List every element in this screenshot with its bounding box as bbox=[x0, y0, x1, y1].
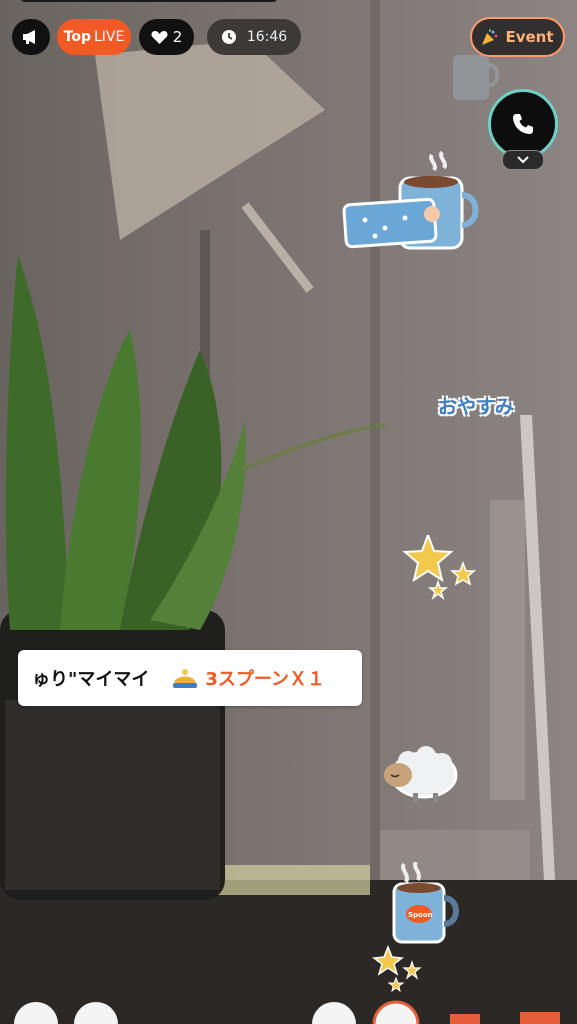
stars-sticker bbox=[402, 535, 477, 601]
phone-icon bbox=[513, 114, 533, 134]
timer-text: 16:46 bbox=[246, 29, 288, 45]
goodnight-sticker: おやすみ bbox=[438, 396, 515, 418]
event-label: Event bbox=[505, 28, 554, 46]
sheep-sticker bbox=[384, 746, 458, 803]
expand-call-button[interactable] bbox=[502, 150, 544, 170]
top-handle bbox=[20, 0, 278, 2]
announcement-button[interactable] bbox=[12, 19, 50, 55]
top-live-badge[interactable]: Top LIVE bbox=[57, 19, 131, 55]
gift-sender-name: ゅり"マイマイ bbox=[32, 669, 150, 690]
background-photo bbox=[0, 0, 577, 1024]
likes-badge[interactable]: 2 bbox=[139, 19, 194, 55]
gift-amount: 3スプーンＸ１ bbox=[205, 669, 326, 690]
clock-icon bbox=[221, 30, 236, 44]
gift-notification: ゅり"マイマイ 3スプーンＸ１ bbox=[18, 650, 362, 706]
likes-count: 2 bbox=[172, 28, 183, 46]
spoon-mug-sticker bbox=[372, 862, 459, 992]
timer-badge: 16:46 bbox=[207, 19, 301, 55]
chevron-down-icon bbox=[517, 156, 529, 164]
faded-mug-sticker bbox=[453, 55, 500, 100]
party-popper-icon bbox=[482, 28, 498, 45]
live-label: LIVE bbox=[93, 29, 125, 45]
mug-label: Spoon bbox=[408, 911, 433, 919]
megaphone-icon bbox=[23, 30, 35, 44]
blanket-mug-sticker bbox=[342, 150, 479, 250]
top-label: Top bbox=[63, 29, 91, 45]
spoon-gift-icon bbox=[173, 669, 198, 688]
call-button[interactable] bbox=[488, 89, 558, 159]
heart-icon bbox=[151, 30, 168, 44]
